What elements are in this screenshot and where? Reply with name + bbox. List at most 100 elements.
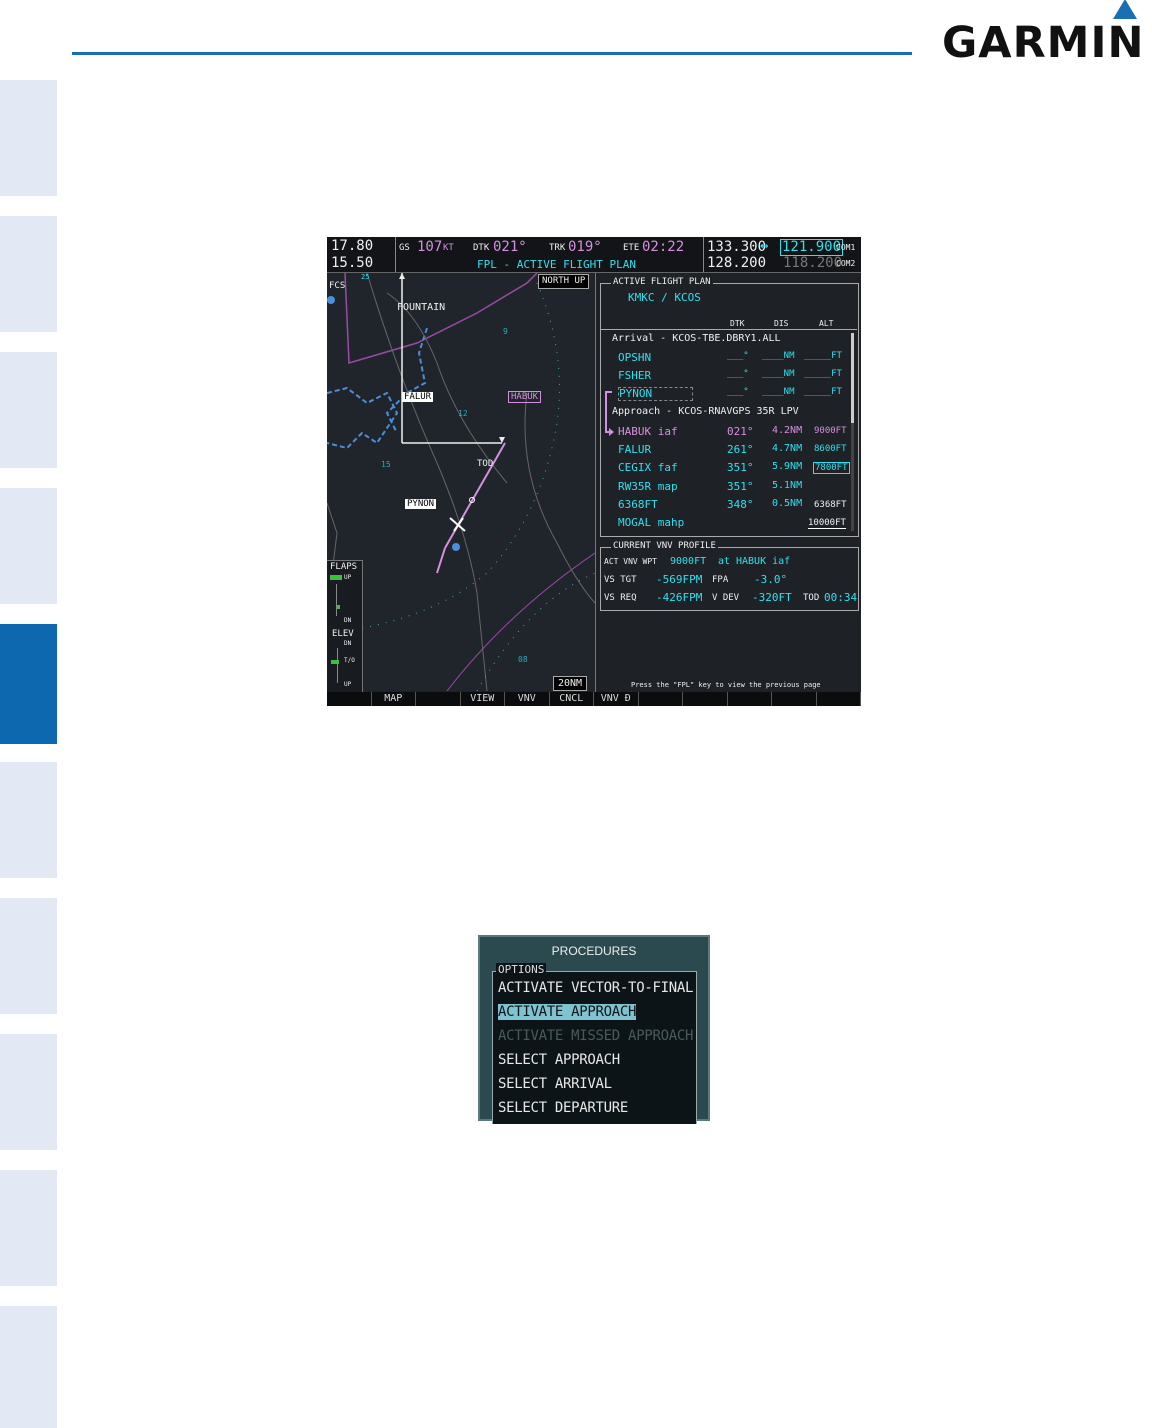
side-tab-2[interactable] [0, 216, 57, 332]
softkey-view[interactable]: VIEW [461, 692, 505, 706]
elev-dn: DN [344, 640, 352, 647]
wpt-name: RW35R map [618, 480, 678, 493]
col-dis: DIS [774, 319, 789, 328]
side-tab-10[interactable] [0, 1306, 57, 1428]
side-tab-5-active[interactable] [0, 624, 57, 744]
wpt-alt: _____FT [804, 351, 842, 361]
map-range[interactable]: 20NM [553, 676, 588, 691]
wpt-name: MOGAL mahp [618, 516, 685, 529]
map-waypoint-pynon[interactable]: PYNON [405, 499, 437, 509]
side-tab-1[interactable] [0, 80, 57, 196]
com1-standby[interactable]: 121.900 [780, 239, 844, 256]
wpt-dis: 4.2NM [772, 425, 803, 436]
act-vnv-label: ACT VNV WPT [604, 557, 657, 566]
menu-item-activate-missed-approach: ACTIVATE MISSED APPROACH [498, 1028, 694, 1044]
vdev-label: V DEV [712, 593, 740, 603]
map-label-fountain: FOUNTAIN [397, 302, 446, 313]
act-vnv-wpt: HABUK iaf [736, 556, 791, 567]
side-tab-4[interactable] [0, 488, 57, 604]
elev-to: T/O [344, 657, 355, 664]
map-label-fcs: FCS [329, 281, 346, 291]
fpl-route: KMKC / KCOS [628, 291, 701, 304]
menu-item-select-arrival[interactable]: SELECT ARRIVAL [498, 1076, 612, 1092]
wpt-name: 6368FT [618, 498, 658, 511]
com2-active: 128.200 [707, 255, 767, 271]
vdev-value: -320FT [752, 591, 792, 604]
gs-value: 107 [417, 239, 443, 255]
vs-tgt-value: -569FPM [656, 573, 703, 586]
softkey-10[interactable] [728, 692, 772, 706]
wpt-dtk: ___° [727, 387, 749, 397]
map-label-tod: TOD [477, 459, 494, 469]
swap-arrow-icon: ↔ [760, 238, 769, 254]
softkey-9[interactable] [683, 692, 728, 706]
wpt-alt: 8600FT [814, 444, 847, 454]
wpt-dtk: 351° [727, 480, 754, 493]
side-tab-3[interactable] [0, 352, 57, 468]
procedures-title: PROCEDURES [551, 944, 637, 958]
airport-icon [327, 296, 335, 304]
softkey-11[interactable] [772, 692, 817, 706]
wpt-dtk: ___° [727, 351, 749, 361]
wpt-name: CEGIX faf [618, 461, 678, 474]
menu-item-select-approach[interactable]: SELECT APPROACH [498, 1052, 620, 1068]
wpt-alt: _____FT [804, 369, 842, 379]
softkey-1[interactable] [327, 692, 372, 706]
softkey-vnv-direct[interactable]: VNV Ð [594, 692, 639, 706]
side-tab-9[interactable] [0, 1170, 57, 1286]
wpt-dis: 5.1NM [772, 480, 803, 491]
wpt-alt: 9000FT [814, 426, 847, 436]
vs-req-label: VS REQ [604, 593, 637, 603]
side-tab-6[interactable] [0, 762, 57, 878]
menu-item-activate-approach[interactable]: ACTIVATE APPROACH [498, 1004, 637, 1020]
trk-label: TRK [549, 243, 566, 253]
wpt-dis: 5.9NM [772, 461, 803, 472]
fpl-header: ACTIVE FLIGHT PLAN [611, 277, 713, 287]
nav-map[interactable] [327, 273, 595, 691]
menu-item-select-departure[interactable]: SELECT DEPARTURE [498, 1100, 628, 1116]
vnv-header: CURRENT VNV PROFILE [611, 541, 718, 551]
com2-label: COM2 [836, 259, 856, 268]
vs-tgt-label: VS TGT [604, 575, 637, 585]
map-label-9: 9 [503, 327, 508, 336]
softkey-12[interactable] [817, 692, 861, 706]
fpl-scrollbar[interactable] [851, 333, 854, 531]
flaps-title: FLAPS [330, 562, 358, 572]
softkey-bar: MAP VIEW VNV PROF CNCL VNV VNV Ð [327, 692, 861, 706]
wpt-alt: _____FT [804, 387, 842, 397]
nav-freq-1: 17.80 [331, 238, 374, 254]
dtk-value: 021° [493, 239, 527, 255]
map-waypoint-habuk[interactable]: HABUK [508, 391, 542, 403]
wpt-dis: ____NM [762, 351, 795, 361]
wpt-dis: 4.7NM [772, 443, 803, 454]
softkey-8[interactable] [639, 692, 683, 706]
hint-text: Press the "FPL" key to view the previous… [631, 681, 821, 689]
elev-up: UP [344, 681, 352, 688]
menu-item-activate-vtf[interactable]: ACTIVATE VECTOR-TO-FINAL [498, 980, 693, 996]
nav-freq-2: 15.50 [331, 255, 374, 271]
act-vnv-alt: 9000FT [670, 556, 707, 567]
wpt-name: FALUR [618, 443, 652, 456]
elev-title: ELEV [332, 629, 354, 639]
softkey-3[interactable] [416, 692, 461, 706]
side-tab-8[interactable] [0, 1034, 57, 1150]
act-vnv-at: at [718, 556, 731, 567]
procedures-window: PROCEDURES ACTIVATE VECTOR-TO-FINAL ACTI… [478, 935, 710, 1124]
wpt-alt: 6368FT [814, 500, 847, 510]
softkey-vnv-prof[interactable]: VNV PROF [505, 692, 550, 706]
mfd-display: 17.80 15.50 GS 107 KT DTK 021° TRK 019° … [327, 237, 861, 706]
side-tab-7[interactable] [0, 898, 57, 1014]
wpt-dtk: 021° [727, 425, 754, 438]
wpt-name: OPSHN [618, 351, 652, 364]
com1-active: 133.300 [707, 239, 767, 255]
map-waypoint-falur[interactable]: FALUR [402, 392, 434, 402]
flaps-dn: DN [344, 617, 352, 624]
ete-value: 02:22 [642, 239, 685, 255]
softkey-cncl-vnv[interactable]: CNCL VNV [550, 692, 594, 706]
vs-req-value: -426FPM [656, 591, 703, 604]
softkey-map[interactable]: MAP [372, 692, 416, 706]
arrival-label: Arrival - KCOS-TBE.DBRY1.ALL [612, 333, 781, 344]
trk-value: 019° [568, 239, 602, 255]
map-label-25: 25 [361, 273, 370, 281]
map-label-15: 15 [381, 460, 391, 469]
